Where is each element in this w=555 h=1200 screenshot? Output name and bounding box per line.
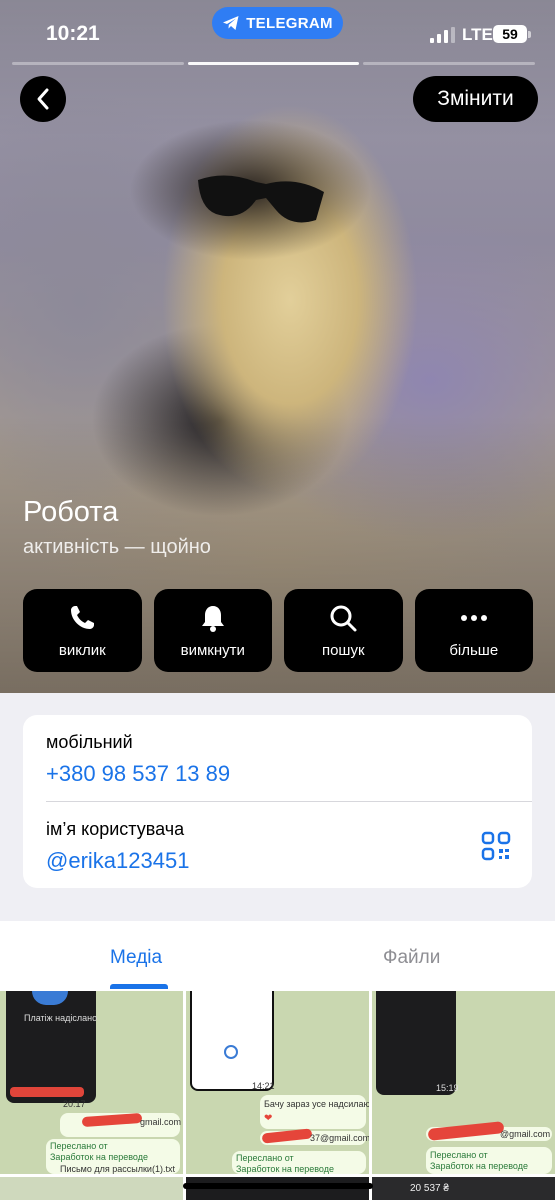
- mobile-label: мобільний: [46, 732, 133, 752]
- heart-icon: ❤: [264, 1113, 273, 1124]
- tab-files[interactable]: Файли: [383, 947, 440, 969]
- username-label: ім’я користувача: [46, 819, 185, 839]
- tab-indicator: [110, 984, 168, 989]
- thumb-text: Заработок на переводе: [236, 1164, 334, 1174]
- call-label: виклик: [58, 642, 106, 659]
- username-value[interactable]: @erika123451: [46, 848, 516, 874]
- media-thumbnail[interactable]: 20 537 ₴: [372, 1177, 555, 1200]
- phone-screenshot: [190, 991, 274, 1091]
- media-thumbnail[interactable]: [0, 1177, 183, 1200]
- profile-status: активність — щойно: [23, 536, 211, 558]
- logo-shape: [224, 1045, 238, 1059]
- phone-screenshot: [376, 991, 456, 1095]
- telegram-icon: [223, 16, 239, 30]
- back-button[interactable]: [20, 76, 66, 122]
- bell-icon: [201, 606, 224, 632]
- thumb-text: 14:21: [252, 1081, 275, 1091]
- mute-button[interactable]: вимкнути: [153, 589, 272, 672]
- telegram-pill[interactable]: TELEGRAM: [212, 7, 343, 39]
- photo-progress-segment: [12, 62, 184, 65]
- search-label: пошук: [321, 642, 365, 659]
- thumb-text: Переслано от: [430, 1150, 488, 1160]
- thumb-text: gmail.com: [140, 1117, 182, 1127]
- media-grid: Платіж надіслано 20:17 gmail.com Пересла…: [0, 991, 555, 1200]
- media-thumbnail[interactable]: 15:19 @gmail.com Переслано от Заработок …: [372, 991, 555, 1174]
- thumb-text: Переслано от: [236, 1153, 294, 1163]
- profile-name: Робота: [23, 496, 119, 528]
- thumb-text: 15:19: [436, 1083, 459, 1093]
- thumb-text: 20 537 ₴: [410, 1183, 449, 1194]
- divider: [46, 801, 532, 802]
- qr-code-icon[interactable]: [481, 831, 511, 861]
- battery-level: 59: [502, 26, 518, 42]
- search-icon: [330, 605, 357, 632]
- network-label: LTE: [462, 25, 493, 44]
- edit-button[interactable]: Змінити: [413, 76, 538, 122]
- media-thumbnail[interactable]: Платіж надіслано 20:17 gmail.com Пересла…: [0, 991, 183, 1174]
- call-button[interactable]: виклик: [23, 589, 142, 672]
- search-button[interactable]: пошук: [284, 589, 403, 672]
- telegram-pill-label: TELEGRAM: [246, 14, 333, 32]
- more-icon: [460, 615, 487, 621]
- thumb-text: 37@gmail.com: [310, 1133, 369, 1143]
- photo-progress-segment: [363, 62, 536, 65]
- media-tabs: Медіа Файли: [0, 921, 555, 991]
- red-button-shape: [10, 1087, 84, 1097]
- mobile-row[interactable]: мобільний +380 98 537 13 89: [46, 732, 516, 787]
- username-row[interactable]: ім’я користувача @erika123451: [46, 819, 516, 874]
- photo-progress-bars: [12, 62, 536, 65]
- thumb-text: 20:17: [63, 1099, 86, 1109]
- mobile-value[interactable]: +380 98 537 13 89: [46, 761, 516, 787]
- thumb-text: Заработок на переводе: [50, 1152, 148, 1162]
- more-label: більше: [449, 642, 499, 659]
- phone-icon: [71, 606, 95, 629]
- battery-icon: 59: [493, 25, 527, 43]
- home-indicator[interactable]: [183, 1183, 373, 1189]
- battery-cap: [528, 31, 531, 38]
- action-buttons: виклик вимкнути пошук більше: [23, 589, 533, 672]
- thumb-text: @gmail.com: [500, 1129, 551, 1139]
- photo-progress-segment-active: [187, 62, 360, 65]
- chevron-left-icon: [37, 88, 49, 110]
- status-bar: 10:21 TELEGRAM LTE 59: [0, 0, 555, 64]
- mute-label: вимкнути: [180, 642, 245, 659]
- thumb-text: Заработок на переводе: [430, 1161, 528, 1171]
- signal-icon: [430, 27, 455, 43]
- media-thumbnail[interactable]: 14:21 Бачу зараз усе надсилаю ❤ 37@gmail…: [186, 991, 369, 1174]
- status-time: 10:21: [46, 22, 100, 45]
- thumb-text: Платіж надіслано: [24, 1013, 98, 1023]
- contact-info-card: мобільний +380 98 537 13 89 ім’я користу…: [23, 715, 532, 888]
- thumb-text: Письмо для рассылки(1).txt: [60, 1164, 175, 1174]
- thumb-text: Бачу зараз усе надсилаю: [264, 1099, 369, 1109]
- thumb-text: Переслано от: [50, 1141, 108, 1151]
- more-button[interactable]: більше: [414, 589, 533, 672]
- shared-media-section: Медіа Файли Платіж надіслано 20:17 gmail…: [0, 921, 555, 1200]
- tab-media[interactable]: Медіа: [110, 947, 162, 969]
